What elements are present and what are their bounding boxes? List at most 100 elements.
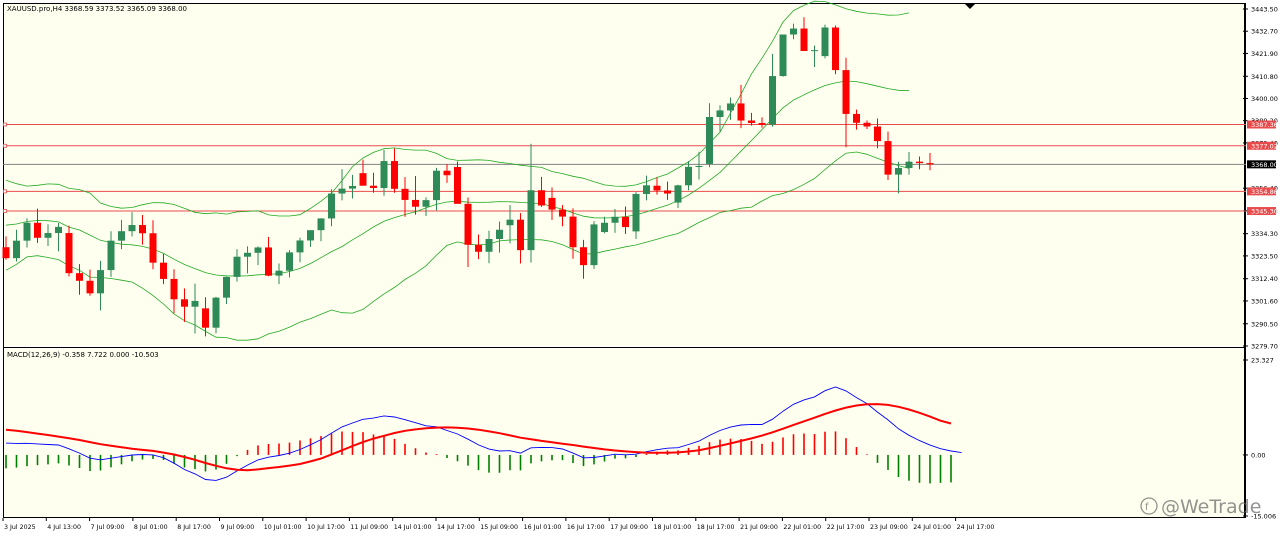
time-tick-label: 18 Jul 17:00 [697,524,735,531]
time-tick-label: 15 Jul 09:00 [480,524,518,531]
candle-body [548,197,556,210]
price-tick-label: 3421.90 [1251,50,1278,58]
time-tick-label: 22 Jul 17:00 [827,524,865,531]
candle [65,225,73,277]
price-tick-label: 3279.70 [1251,343,1278,351]
candle-body [895,168,902,175]
price-tag-label: 3387.36 [1251,121,1278,129]
price-tick-label: 3432.70 [1251,28,1278,36]
candle-body [107,240,115,271]
candle-body [443,170,451,176]
candle-body [632,193,640,232]
time-tick-label: 9 Jul 09:00 [221,524,255,531]
candle-body [664,190,671,194]
time-tick-label: 8 Jul 17:00 [177,524,211,531]
price-tick-label: 3410.80 [1251,73,1278,81]
candle-body [128,225,136,232]
candle-body [758,122,766,125]
candle-body [853,113,860,123]
candle-body [202,308,209,328]
candle-body [926,163,934,165]
candle-body [811,50,818,52]
candle-body [391,161,398,189]
candle-body [233,256,241,277]
price-tick-label: 3290.50 [1251,320,1278,328]
candle-body [590,224,598,266]
candle-body [842,70,850,114]
time-tick-label: 3 Jul 2025 [4,524,36,531]
candle-body [13,240,20,259]
time-tick-label: 23 Jul 09:00 [870,524,908,531]
macd-title: MACD(12,26,9) -0.358 7.722 0.000 -10.503 [7,351,159,359]
time-tick-label: 8 Jul 01:00 [134,524,168,531]
candle [821,24,829,59]
candle-body [65,233,73,274]
candle-body [863,122,871,127]
price-tag-label: 3345.30 [1251,208,1278,216]
candle-body [34,222,41,238]
candle-body [506,219,514,226]
candle-body [559,209,566,217]
candle-body [275,270,283,276]
candle-body [307,230,314,241]
macd-tick-label: 23.327 [1251,357,1274,365]
candle-body [296,240,304,253]
candle-body [527,190,535,251]
time-tick-label: 11 Jul 09:00 [350,524,388,531]
candle-body [727,103,734,111]
time-tick-label: 17 Jul 09:00 [610,524,648,531]
candle-body [191,300,199,307]
candle-body [212,297,220,328]
candle-body [538,190,545,206]
candle-body [317,218,325,231]
candle [779,34,787,77]
price-tick-label: 3323.50 [1251,252,1278,260]
candle-body [328,193,335,219]
line-anchor-handle [3,143,7,148]
time-tick-label: 22 Jul 01:00 [783,524,821,531]
line-anchor-handle [3,122,7,127]
time-tick-label: 24 Jul 01:00 [913,524,951,531]
candle-body [181,299,188,307]
price-tag-label: 3377.02 [1251,142,1278,150]
price-tick-label: 3443.50 [1251,6,1278,14]
candle-body [800,28,808,51]
candle-body [685,166,692,186]
candle-body [748,120,755,123]
chart-window[interactable]: 3443.503432.703421.903410.803400.003389.… [0,0,1280,537]
macd-panel-background[interactable] [3,349,1245,518]
time-tick-label: 16 Jul 17:00 [567,524,605,531]
chart-canvas[interactable]: 3443.503432.703421.903410.803400.003389.… [0,0,1280,537]
candle-body [821,27,829,57]
macd-tick-label: 0.00 [1251,451,1265,459]
time-tick-label: 10 Jul 01:00 [264,524,302,531]
time-tick-label: 24 Jul 17:00 [957,524,995,531]
candle-body [254,247,262,253]
candle-body [790,28,797,35]
candle-body [769,76,776,125]
candle-body [422,200,430,207]
candle-body [884,141,892,175]
candle-body [611,216,619,223]
candle-body [496,229,503,240]
candle-body [76,273,83,281]
candle-body [653,185,661,191]
candle-body [97,270,104,294]
time-tick-label: 18 Jul 01:00 [654,524,692,531]
main-panel-background[interactable] [3,3,1245,346]
line-anchor-handle [3,189,7,194]
candle [454,161,461,204]
candle-body [580,247,587,266]
price-tag-label: 3354.86 [1251,188,1278,196]
candle-body [916,161,923,164]
symbol-header: XAUUSD.pro,H4 3368.59 3373.52 3365.09 33… [7,5,187,13]
candle-body [349,185,356,189]
candle [832,25,839,75]
current-price-label: 3368.00 [1251,161,1278,169]
candle-body [86,280,94,294]
candle-body [244,252,251,257]
candle-body [716,110,724,118]
line-anchor-handle [3,209,7,213]
time-tick-label: 21 Jul 09:00 [740,524,778,531]
candle-body [874,126,881,142]
